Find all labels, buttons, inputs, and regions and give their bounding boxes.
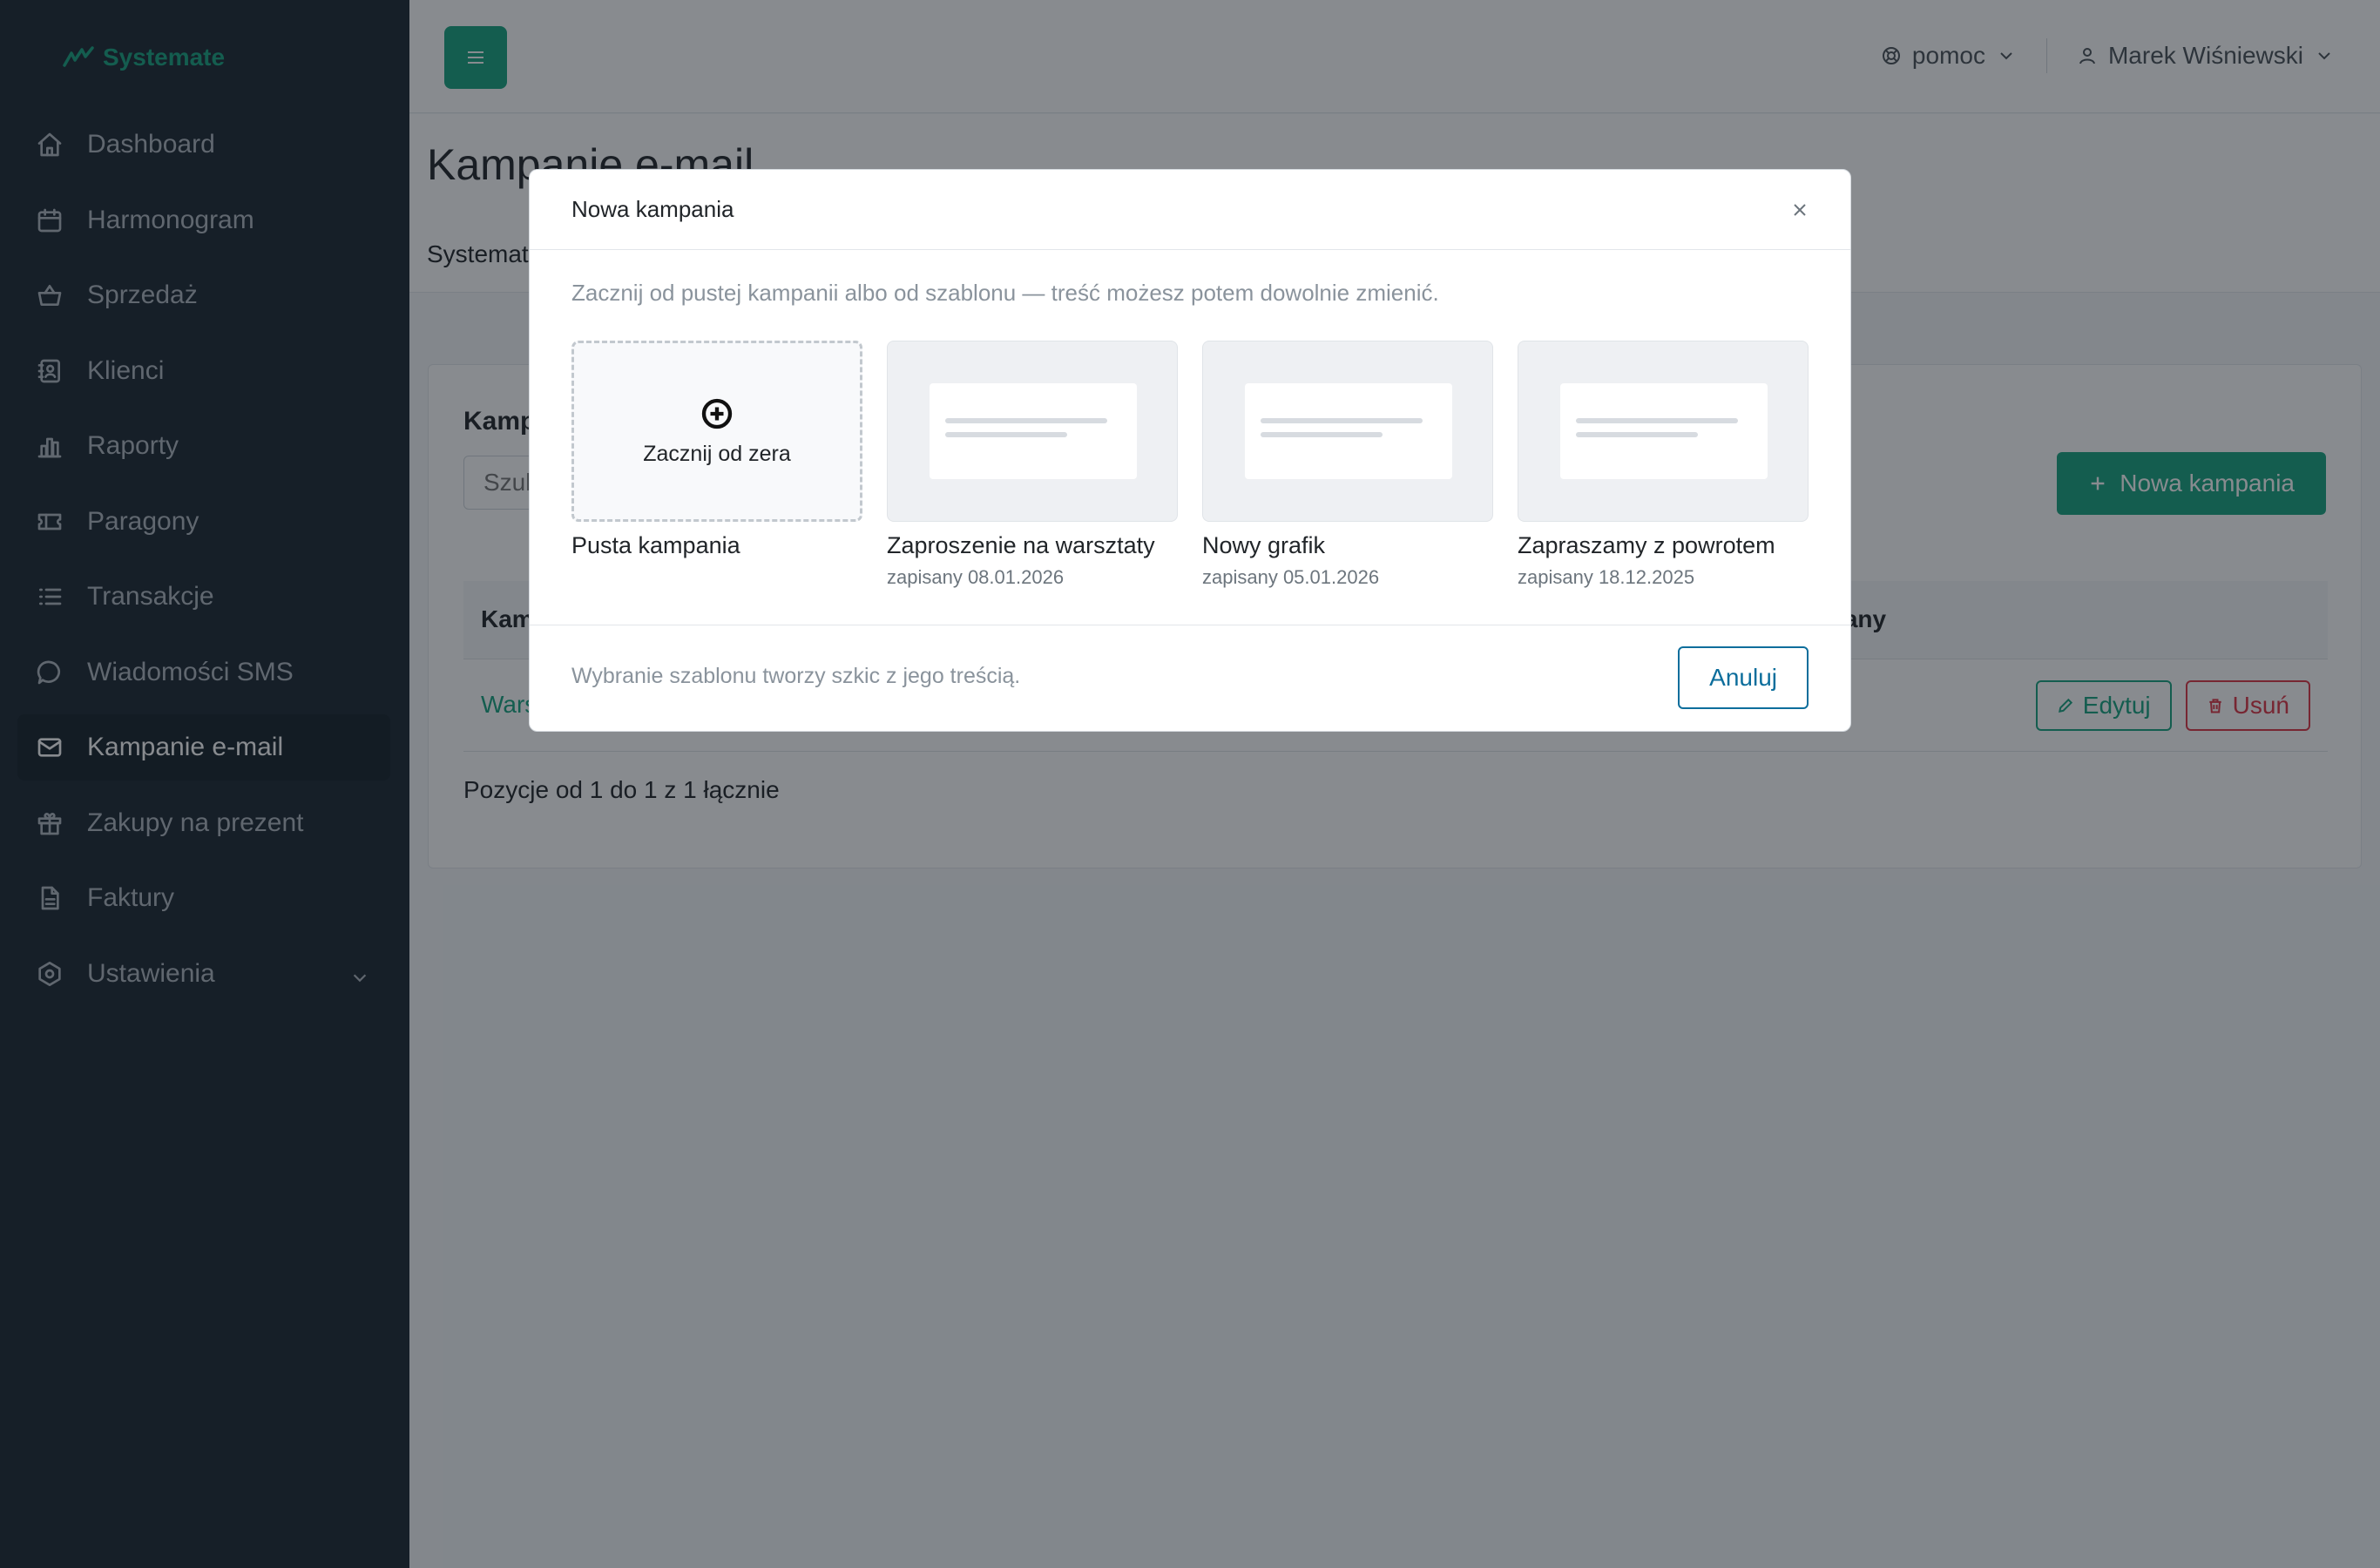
modal-title: Nowa kampania	[571, 196, 734, 222]
close-button[interactable]	[1789, 199, 1810, 220]
template-name: Pusta kampania	[571, 532, 740, 558]
template-tile[interactable]: Nowy grafik zapisany 05.01.2026	[1202, 341, 1493, 589]
modal-footer: Wybranie szablonu tworzy szkic z jego tr…	[530, 625, 1850, 731]
template-preview[interactable]	[1518, 341, 1809, 522]
modal-intro: Zacznij od pustej kampanii albo od szabl…	[571, 280, 1439, 306]
template-date: zapisany 05.01.2026	[1202, 566, 1380, 588]
template-name: Zaproszenie na warsztaty	[887, 532, 1155, 558]
template-date: zapisany 18.12.2025	[1518, 566, 1695, 588]
template-preview[interactable]	[1202, 341, 1493, 522]
template-tile[interactable]: Zapraszamy z powrotem zapisany 18.12.202…	[1518, 341, 1809, 589]
blank-tile-label: Zacznij od zera	[643, 441, 791, 466]
template-tile-blank[interactable]: Zacznij od zera Pusta kampania	[571, 341, 862, 559]
new-campaign-modal: Nowa kampania Zacznij od pustej kampanii…	[529, 169, 1851, 732]
cancel-button[interactable]: Anuluj	[1678, 646, 1809, 709]
modal-header: Nowa kampania	[530, 170, 1850, 250]
template-tile[interactable]: Zaproszenie na warsztaty zapisany 08.01.…	[887, 341, 1178, 589]
template-preview[interactable]	[887, 341, 1178, 522]
template-thumbnail	[1560, 383, 1768, 479]
template-thumbnail	[1245, 383, 1452, 479]
template-thumbnail	[930, 383, 1137, 479]
template-name: Zapraszamy z powrotem	[1518, 532, 1775, 558]
template-date: zapisany 08.01.2026	[887, 566, 1065, 588]
template-preview[interactable]: Zacznij od zera	[571, 341, 862, 522]
template-name: Nowy grafik	[1202, 532, 1326, 558]
footer-note: Wybranie szablonu tworzy szkic z jego tr…	[571, 664, 1021, 688]
plus-circle-icon	[701, 398, 733, 429]
close-icon	[1794, 204, 1806, 216]
